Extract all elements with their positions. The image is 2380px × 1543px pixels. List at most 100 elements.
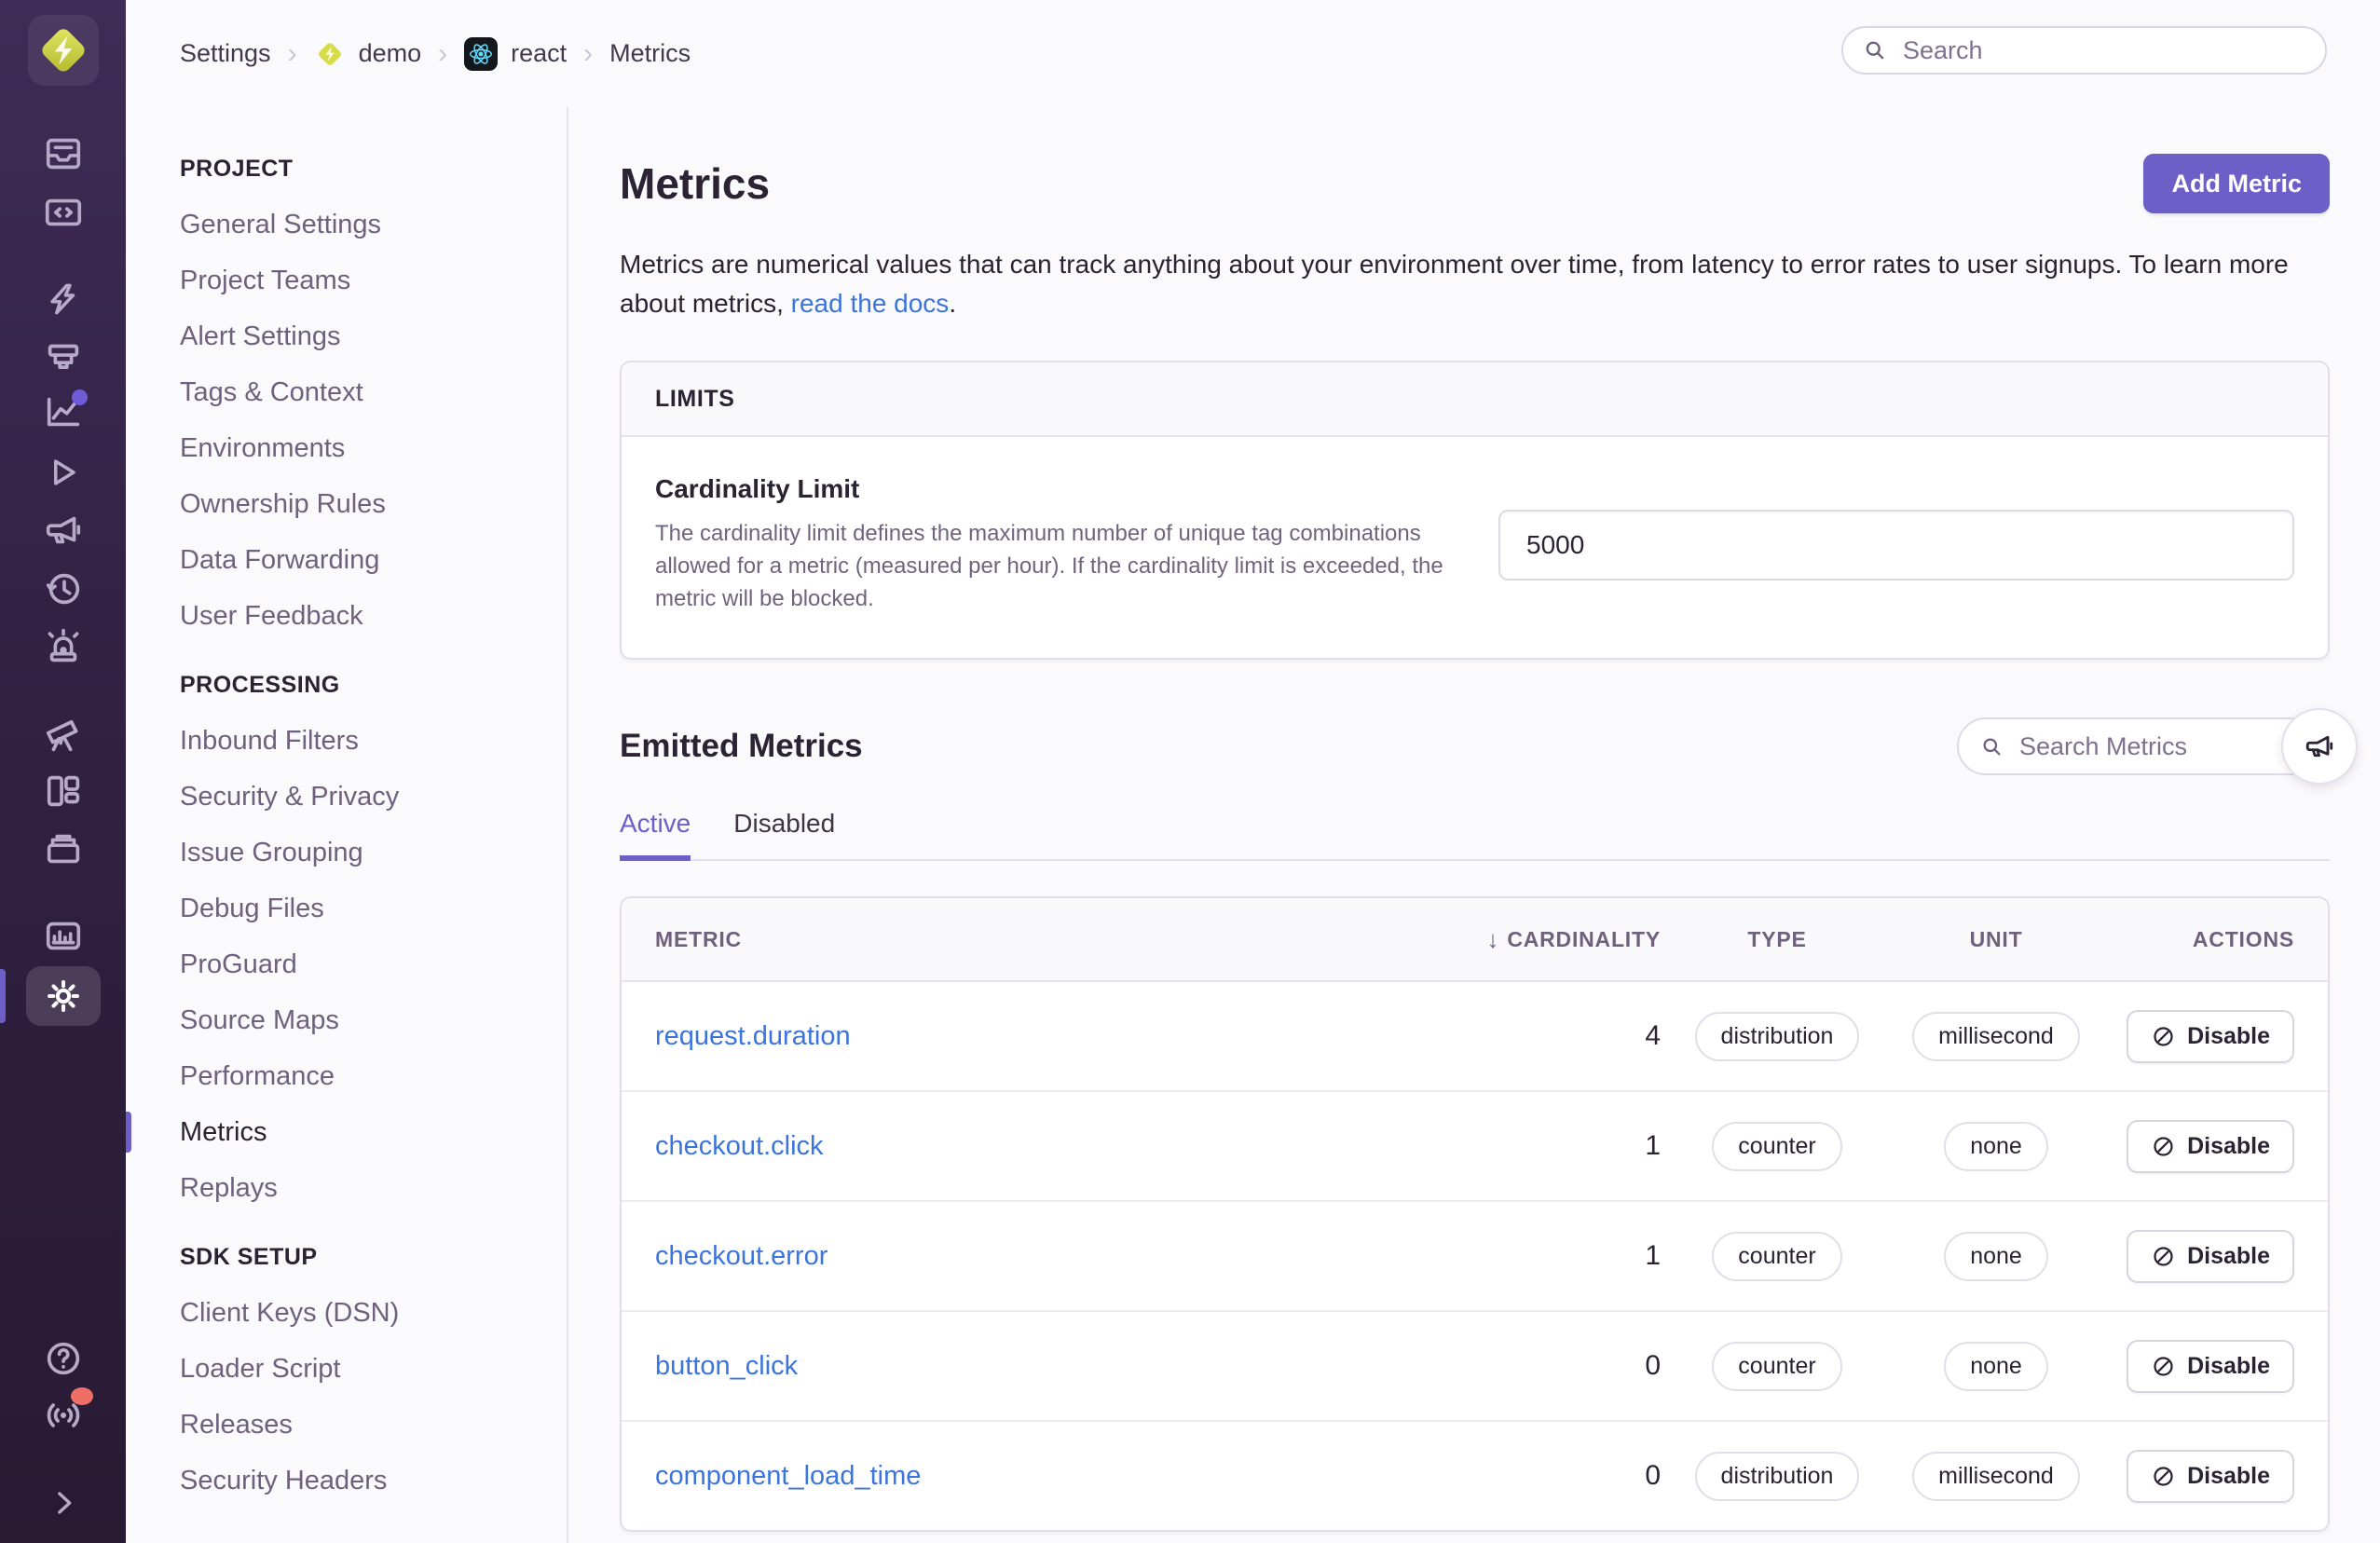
settings-nav-item-ownership-rules[interactable]: Ownership Rules bbox=[126, 476, 567, 532]
settings-nav: PROJECT General Settings Project Teams Aler… bbox=[126, 107, 568, 1543]
actions-cell: Disable bbox=[2099, 1229, 2294, 1283]
breadcrumb-metrics[interactable]: Metrics bbox=[609, 39, 691, 68]
column-header-cardinality[interactable]: ↓ CARDINALITY bbox=[1474, 925, 1661, 954]
settings-nav-item-user-feedback[interactable]: User Feedback bbox=[126, 588, 567, 644]
cardinality-limit-input[interactable] bbox=[1498, 509, 2294, 580]
actions-cell: Disable bbox=[2099, 1119, 2294, 1173]
siren-icon[interactable] bbox=[26, 617, 101, 676]
settings-nav-item-client-keys-dsn[interactable]: Client Keys (DSN) bbox=[126, 1285, 567, 1341]
settings-nav-item-metrics[interactable]: Metrics bbox=[126, 1104, 567, 1160]
read-the-docs-link[interactable]: read the docs bbox=[791, 289, 950, 318]
stats-icon[interactable] bbox=[26, 907, 101, 966]
disable-slash-icon bbox=[2154, 1136, 2173, 1156]
sentry-logo[interactable] bbox=[27, 15, 99, 86]
settings-nav-item-replays[interactable]: Replays bbox=[126, 1160, 567, 1216]
disable-label: Disable bbox=[2187, 1352, 2270, 1379]
settings-nav-item-loader-script[interactable]: Loader Script bbox=[126, 1341, 567, 1397]
topbar: Settings › demo › react › Metrics bbox=[126, 0, 2380, 107]
breadcrumb-platform-react[interactable]: react bbox=[464, 36, 567, 71]
metrics-table-header: METRIC ↓ CARDINALITY TYPE UNIT ACTIONS bbox=[622, 898, 2328, 982]
megaphone-icon[interactable] bbox=[26, 500, 101, 560]
settings-nav-item-releases[interactable]: Releases bbox=[126, 1397, 567, 1453]
breadcrumb-settings[interactable]: Settings bbox=[180, 39, 271, 68]
archive-icon[interactable] bbox=[26, 820, 101, 880]
settings-nav-item-source-maps[interactable]: Source Maps bbox=[126, 992, 567, 1048]
settings-nav-item-project-teams[interactable]: Project Teams bbox=[126, 253, 567, 308]
page-title: Metrics bbox=[620, 159, 771, 208]
metric-cell: request.duration bbox=[655, 1021, 1474, 1052]
type-badge: counter bbox=[1712, 1231, 1842, 1281]
settings-nav-item-proguard[interactable]: ProGuard bbox=[126, 936, 567, 992]
disable-metric-button[interactable]: Disable bbox=[2127, 1009, 2294, 1063]
dashboards-icon[interactable] bbox=[26, 761, 101, 821]
column-label: TYPE bbox=[1747, 926, 1807, 951]
disable-metric-button[interactable]: Disable bbox=[2127, 1119, 2294, 1173]
insights-chart-icon[interactable] bbox=[26, 382, 101, 442]
settings-nav-item-security-headers[interactable]: Security Headers bbox=[126, 1453, 567, 1509]
column-label: UNIT bbox=[1969, 926, 2023, 951]
metric-cell: checkout.click bbox=[655, 1131, 1474, 1162]
global-search[interactable] bbox=[1841, 26, 2327, 75]
page-description: Metrics are numerical values that can tr… bbox=[620, 245, 2330, 323]
history-icon[interactable] bbox=[26, 559, 101, 619]
actions-cell: Disable bbox=[2099, 1009, 2294, 1063]
lightning-icon[interactable] bbox=[26, 269, 101, 329]
settings-nav-item-data-forwarding[interactable]: Data Forwarding bbox=[126, 532, 567, 588]
settings-gear-icon[interactable] bbox=[25, 966, 101, 1026]
breadcrumb-project-demo[interactable]: demo bbox=[314, 38, 421, 70]
settings-nav-item-security-privacy[interactable]: Security & Privacy bbox=[126, 769, 567, 825]
disable-label: Disable bbox=[2187, 1462, 2270, 1489]
metric-link-request-duration[interactable]: request.duration bbox=[655, 1021, 851, 1051]
metric-link-component-load-time[interactable]: component_load_time bbox=[655, 1461, 921, 1491]
broadcast-icon[interactable] bbox=[26, 1386, 101, 1445]
column-header-unit: UNIT bbox=[1894, 927, 2099, 952]
type-cell: counter bbox=[1661, 1341, 1894, 1391]
table-row: component_load_time 0 distribution millisec… bbox=[622, 1420, 2328, 1530]
column-label: CARDINALITY bbox=[1507, 926, 1661, 951]
settings-nav-item-alert-settings[interactable]: Alert Settings bbox=[126, 308, 567, 364]
limits-panel: LIMITS Cardinality Limit The cardinality… bbox=[620, 361, 2330, 660]
unit-badge: none bbox=[1944, 1121, 2048, 1171]
description-text: . bbox=[949, 289, 957, 318]
settings-nav-item-performance[interactable]: Performance bbox=[126, 1048, 567, 1104]
code-folder-icon[interactable] bbox=[26, 183, 101, 242]
tab-active[interactable]: Active bbox=[620, 809, 691, 861]
metrics-table: METRIC ↓ CARDINALITY TYPE UNIT ACTIONS reques… bbox=[620, 896, 2330, 1532]
disable-metric-button[interactable]: Disable bbox=[2127, 1449, 2294, 1503]
add-metric-button[interactable]: Add Metric bbox=[2143, 154, 2330, 213]
metric-link-checkout-click[interactable]: checkout.click bbox=[655, 1131, 824, 1161]
collapse-chevron-icon[interactable] bbox=[26, 1473, 101, 1533]
settings-nav-item-debug-files[interactable]: Debug Files bbox=[126, 881, 567, 936]
metric-link-checkout-error[interactable]: checkout.error bbox=[655, 1241, 828, 1271]
disable-slash-icon bbox=[2154, 1466, 2173, 1486]
type-badge: distribution bbox=[1694, 1011, 1860, 1061]
printer-icon[interactable] bbox=[26, 327, 101, 387]
chevron-separator-icon: › bbox=[438, 37, 448, 69]
play-icon[interactable] bbox=[26, 443, 101, 502]
search-metrics-box[interactable] bbox=[1957, 717, 2330, 775]
breadcrumb: Settings › demo › react › Metrics bbox=[180, 0, 691, 107]
table-row: button_click 0 counter none Disable bbox=[622, 1310, 2328, 1420]
unit-cell: millisecond bbox=[1894, 1011, 2099, 1061]
settings-nav-item-issue-grouping[interactable]: Issue Grouping bbox=[126, 825, 567, 881]
help-icon[interactable] bbox=[26, 1329, 101, 1388]
settings-nav-item-general-settings[interactable]: General Settings bbox=[126, 197, 567, 253]
feedback-button[interactable] bbox=[2281, 708, 2358, 785]
settings-nav-item-environments[interactable]: Environments bbox=[126, 420, 567, 476]
issues-icon[interactable] bbox=[26, 124, 101, 184]
metric-link-button-click[interactable]: button_click bbox=[655, 1351, 798, 1381]
search-metrics-input[interactable] bbox=[2018, 731, 2263, 762]
disable-metric-button[interactable]: Disable bbox=[2127, 1339, 2294, 1393]
metric-cell: component_load_time bbox=[655, 1461, 1474, 1492]
type-badge: counter bbox=[1712, 1121, 1842, 1171]
unit-badge: none bbox=[1944, 1341, 2048, 1391]
telescope-icon[interactable] bbox=[26, 705, 101, 765]
chevron-separator-icon: › bbox=[287, 37, 297, 69]
table-row: request.duration 4 distribution millisecond… bbox=[622, 982, 2328, 1090]
settings-nav-item-tags-context[interactable]: Tags & Context bbox=[126, 364, 567, 420]
disable-metric-button[interactable]: Disable bbox=[2127, 1229, 2294, 1283]
settings-nav-item-inbound-filters[interactable]: Inbound Filters bbox=[126, 713, 567, 769]
global-search-input[interactable] bbox=[1901, 34, 2316, 66]
tab-disabled[interactable]: Disabled bbox=[733, 809, 835, 861]
cardinality-value: 0 bbox=[1645, 1460, 1661, 1491]
